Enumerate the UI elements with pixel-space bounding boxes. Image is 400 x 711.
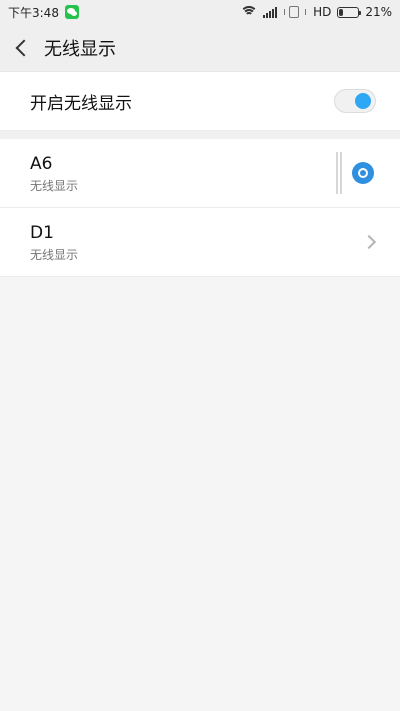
- wechat-icon: [64, 5, 79, 19]
- switch-knob-icon: [355, 93, 371, 109]
- signal-icon: [263, 6, 278, 18]
- header: 无线显示: [0, 24, 400, 72]
- device-divider-bars: [336, 152, 342, 194]
- device-texts-d1: D1 无线显示: [30, 222, 78, 263]
- device-list: A6 无线显示 D1 无线显示: [0, 139, 400, 277]
- device-texts-a6: A6 无线显示: [30, 153, 78, 194]
- section-spacer: [0, 131, 400, 139]
- status-bar: 下午3:48 HD 21%: [0, 0, 400, 24]
- device-subtitle-a6: 无线显示: [30, 178, 79, 193]
- status-left: 下午3:48: [8, 4, 79, 21]
- chevron-right-icon: [361, 234, 377, 250]
- wireless-display-switch[interactable]: [334, 89, 376, 113]
- wifi-icon: [240, 6, 259, 18]
- back-button[interactable]: [0, 24, 44, 72]
- wireless-display-toggle-label: 开启无线显示: [30, 93, 132, 114]
- vibrate-icon: [283, 6, 307, 18]
- status-right: HD 21%: [240, 5, 392, 19]
- battery-icon: [337, 6, 362, 18]
- battery-level-fill: [339, 8, 344, 16]
- back-arrow-icon: [15, 39, 33, 56]
- device-actions-a6: [336, 152, 374, 194]
- wireless-display-toggle-row[interactable]: 开启无线显示: [0, 72, 400, 131]
- network-label: HD: [313, 5, 332, 19]
- wireless-display-toggle-section: 开启无线显示: [0, 72, 400, 131]
- screen: 下午3:48 HD 21% 无线显示 开启无线显示 A6 无线显示 D1 无线显…: [0, 0, 400, 711]
- device-item-d1[interactable]: D1 无线显示: [0, 208, 400, 277]
- battery-percent: 21%: [365, 5, 392, 19]
- status-time: 下午3:48: [8, 5, 59, 20]
- gear-icon[interactable]: [352, 162, 374, 184]
- page-title: 无线显示: [44, 38, 116, 60]
- device-name-d1: D1: [30, 222, 54, 243]
- device-name-a6: A6: [30, 153, 53, 174]
- device-item-a6[interactable]: A6 无线显示: [0, 139, 400, 208]
- device-subtitle-d1: 无线显示: [30, 247, 79, 262]
